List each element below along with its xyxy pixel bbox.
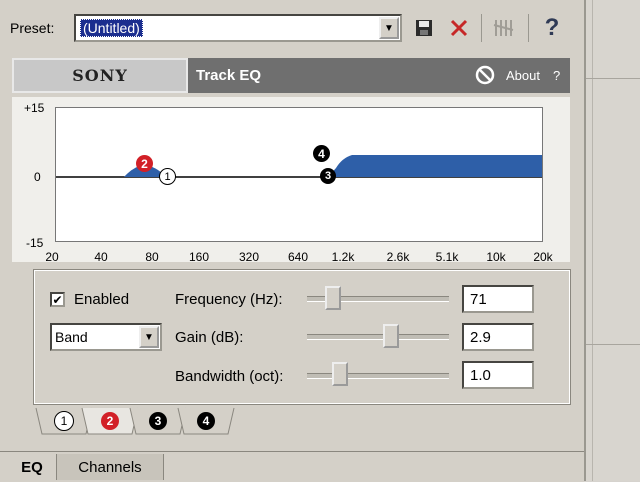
bandwidth-slider-thumb[interactable] xyxy=(332,362,348,386)
pane-divider xyxy=(586,78,640,79)
save-icon[interactable] xyxy=(410,14,438,42)
gain-label: Gain (dB): xyxy=(175,329,244,346)
help-button[interactable]: ? xyxy=(538,14,566,42)
frequency-slider-thumb[interactable] xyxy=(325,286,341,310)
band-type-value: Band xyxy=(55,329,88,345)
y-tick-label: +15 xyxy=(24,101,45,115)
x-tick-label: 2.6k xyxy=(386,250,410,264)
sony-logo: SONY xyxy=(12,58,188,93)
background-pane xyxy=(584,0,640,481)
toolbar-separator xyxy=(481,14,482,42)
chevron-down-icon[interactable]: ▼ xyxy=(379,17,399,39)
tab-channels[interactable]: Channels xyxy=(56,454,164,480)
frequency-input[interactable]: 71 xyxy=(462,285,534,313)
band-marker-1[interactable]: 1 xyxy=(159,168,176,185)
bandwidth-input[interactable]: 1.0 xyxy=(462,361,534,389)
x-tick-label: 160 xyxy=(188,250,210,264)
y-tick-label: 0 xyxy=(34,170,41,184)
plugin-title: Track EQ xyxy=(196,67,262,84)
no-entry-icon[interactable] xyxy=(474,64,496,86)
bottom-tabs: EQ Channels xyxy=(0,451,584,482)
x-tick-label: 10k xyxy=(486,250,506,264)
x-tick-label: 320 xyxy=(238,250,260,264)
tab-band-2[interactable]: 2 xyxy=(84,406,136,436)
tab-band-3[interactable]: 3 xyxy=(132,406,184,436)
x-tick-label: 5.1k xyxy=(435,250,459,264)
tab-band-1[interactable]: 1 xyxy=(38,406,90,436)
pane-divider xyxy=(592,0,593,481)
bandwidth-slider-track[interactable] xyxy=(307,373,449,379)
plugin-banner: SONY Track EQ About ? xyxy=(12,58,570,93)
band-tabs: 1 2 3 4 xyxy=(34,406,244,436)
x-tick-label: 640 xyxy=(287,250,309,264)
tab-band-4[interactable]: 4 xyxy=(180,406,232,436)
tab-band-3-badge: 3 xyxy=(149,412,167,430)
x-tick-label: 80 xyxy=(145,250,159,264)
delete-icon[interactable] xyxy=(445,14,473,42)
band-marker-2[interactable]: 2 xyxy=(136,155,153,172)
bandwidth-label: Bandwidth (oct): xyxy=(175,368,284,385)
enabled-label[interactable]: Enabled xyxy=(74,291,129,308)
eq-response-graph[interactable]: 2 1 4 3 xyxy=(55,107,543,242)
gain-slider-track[interactable] xyxy=(307,334,449,340)
x-tick-label: 20 xyxy=(45,250,59,264)
x-tick-label: 20k xyxy=(533,250,553,264)
frequency-label: Frequency (Hz): xyxy=(175,291,283,308)
chevron-down-icon[interactable]: ▼ xyxy=(139,326,159,348)
preset-combo[interactable]: (Untitled) ▼ xyxy=(74,14,402,42)
enabled-checkbox[interactable]: ✔ xyxy=(50,292,65,307)
x-tick-label: 40 xyxy=(94,250,108,264)
tab-band-4-badge: 4 xyxy=(197,412,215,430)
gain-input[interactable]: 2.9 xyxy=(462,323,534,351)
banner-help[interactable]: ? xyxy=(553,68,560,83)
band-type-select[interactable]: Band ▼ xyxy=(50,323,162,351)
pane-divider xyxy=(586,344,640,345)
y-tick-label: -15 xyxy=(26,236,44,250)
preset-label: Preset: xyxy=(10,20,55,36)
band-marker-3[interactable]: 3 xyxy=(320,168,336,184)
track-eq-dialog: Preset: (Untitled) ▼ ? SONY Track EQ Abo… xyxy=(0,0,584,482)
tab-band-1-badge: 1 xyxy=(54,411,74,431)
tab-eq[interactable]: EQ xyxy=(10,452,54,482)
about-link[interactable]: About xyxy=(506,68,540,83)
toolbar-separator xyxy=(528,14,529,42)
bands-icon[interactable] xyxy=(490,14,518,42)
tab-band-2-badge: 2 xyxy=(101,412,119,430)
band-marker-4[interactable]: 4 xyxy=(313,145,330,162)
x-tick-label: 1.2k xyxy=(331,250,355,264)
gain-slider-thumb[interactable] xyxy=(383,324,399,348)
preset-value[interactable]: (Untitled) xyxy=(80,19,143,37)
